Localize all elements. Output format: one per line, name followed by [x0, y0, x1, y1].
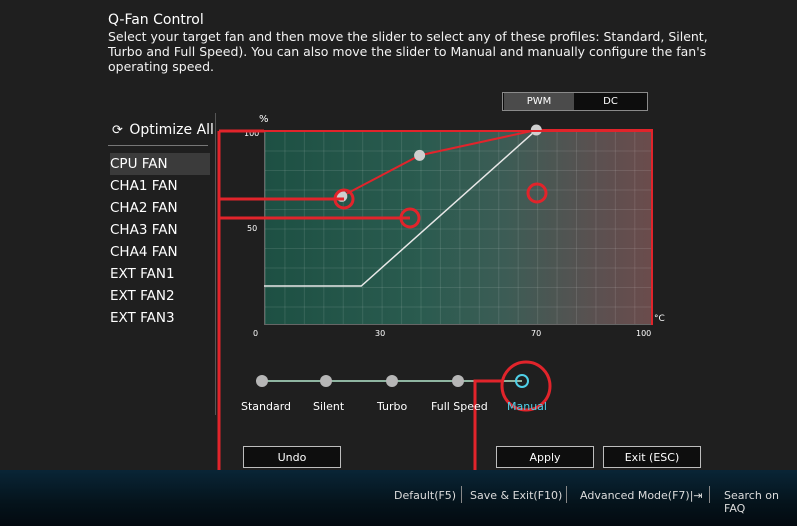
- slider-label-manual: Manual: [507, 400, 547, 413]
- slider-stop-standard[interactable]: [256, 375, 268, 387]
- save-exit-button[interactable]: Save & Exit(F10): [470, 489, 562, 502]
- qfan-control-window: Q-Fan Control Select your target fan and…: [0, 0, 797, 526]
- apply-button[interactable]: Apply: [496, 446, 594, 468]
- bottom-separator-3: [709, 486, 710, 503]
- slider-stop-silent[interactable]: [320, 375, 332, 387]
- slider-label-turbo: Turbo: [377, 400, 408, 413]
- slider-label-full-speed: Full Speed: [431, 400, 488, 413]
- callout-circle-3: [526, 182, 548, 204]
- callout-line-5: [264, 130, 653, 325]
- slider-stop-full-speed[interactable]: [452, 375, 464, 387]
- advanced-mode-button[interactable]: Advanced Mode(F7)|⇥: [580, 489, 703, 502]
- search-faq-button[interactable]: Search on FAQ: [724, 489, 797, 515]
- slider-label-silent: Silent: [313, 400, 345, 413]
- series-0-line: [264, 129, 653, 287]
- bottom-separator-2: [566, 486, 567, 503]
- slider-label-standard: Standard: [241, 400, 292, 413]
- exit-button[interactable]: Exit (ESC): [603, 446, 701, 468]
- undo-button[interactable]: Undo: [243, 446, 341, 468]
- default-button[interactable]: Default(F5): [394, 489, 456, 502]
- series-1-line: [341, 129, 653, 198]
- slider-stop-turbo[interactable]: [386, 375, 398, 387]
- bottom-separator-1: [461, 486, 462, 503]
- curve-control-point-1[interactable]: [414, 149, 426, 161]
